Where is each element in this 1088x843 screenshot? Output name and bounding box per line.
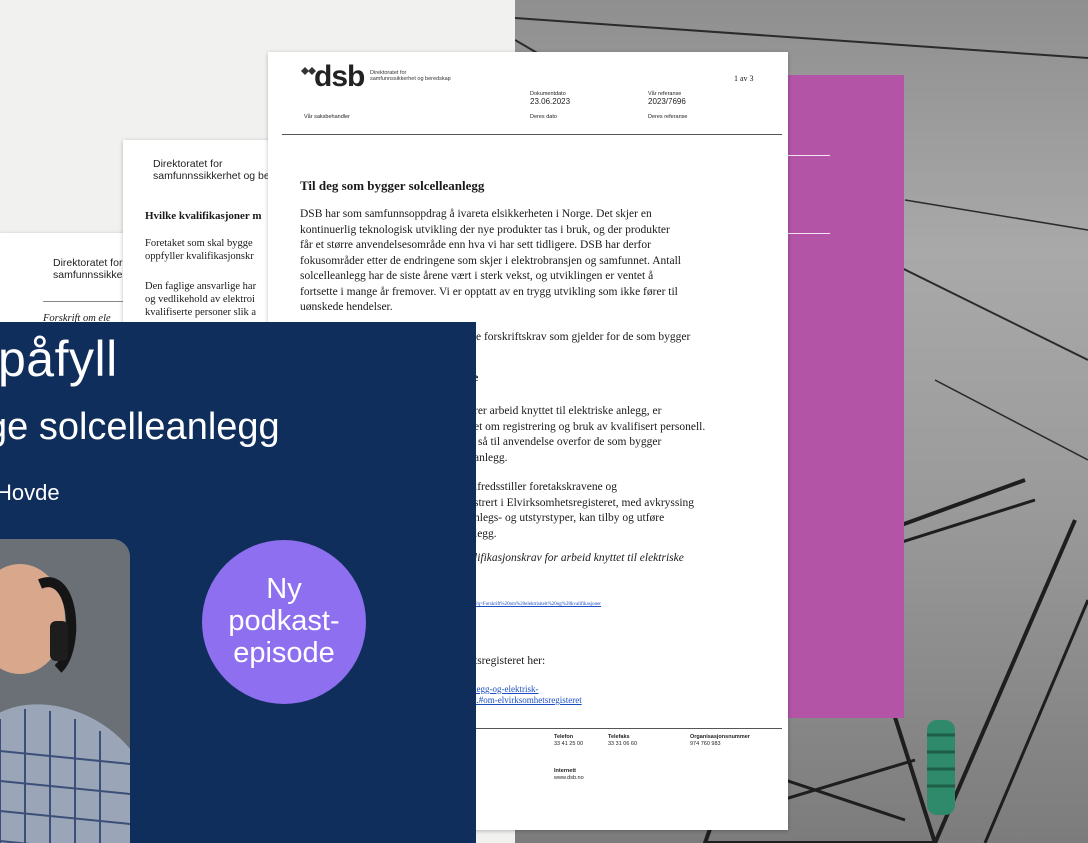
fax: 33 31 06 60 <box>608 741 638 747</box>
agency-name: samfunnssikkerhet og beredskap <box>370 76 451 82</box>
fax-label: Telefaks <box>608 734 630 740</box>
phone: 33 41 25 00 <box>554 741 584 747</box>
register-link[interactable]: legg-og-elektrisk- <box>474 684 582 695</box>
guest-photo <box>0 539 130 843</box>
org-number-label: Organisasjonsnummer <box>690 734 750 740</box>
document-text: kvalifiserte personer slik a <box>145 307 257 318</box>
text-line: legg. <box>474 527 497 540</box>
your-date-label: Deres dato <box>530 114 557 120</box>
text-line: uønskede hendelser. <box>300 301 393 313</box>
doc-date: 23.06.2023 <box>530 97 571 106</box>
document-text: Foretaket som skal bygge <box>145 238 253 249</box>
document-text: Den faglige ansvarlige har <box>145 281 257 292</box>
paragraph-1: DSB har som samfunnsoppdrag å ivareta el… <box>300 207 681 316</box>
register-link[interactable]: t.#om-elvirksomhetsregisteret <box>474 695 582 706</box>
text-line: fokusområder etter de endringene som skj… <box>300 254 681 267</box>
text-line: DSB har som samfunnsoppdrag å ivareta el… <box>300 208 652 220</box>
our-ref: 2023/7696 <box>648 97 686 106</box>
logo-text: dsb <box>314 60 365 93</box>
handler-label: Vår saksbehandler <box>304 114 350 120</box>
document-heading: Hvilke kvalifikasjoner m <box>145 210 262 222</box>
text-line: fortsette i mange år fremover. Vi er opp… <box>300 285 678 298</box>
org-name: samfunnssikkerhet og ber <box>153 170 274 182</box>
org-name: Direktoratet for <box>153 158 223 170</box>
text-line: anlegg. <box>474 451 508 464</box>
org-number: 974 760 983 <box>690 741 721 747</box>
text-line: kontinuerlig teknologisk utvikling der n… <box>300 223 670 236</box>
text-line: lfredsstiller foretakskravene og <box>474 481 618 493</box>
page-indicator: 1 av 3 <box>734 74 754 83</box>
podcast-subtitle: ge solcelleanlegg <box>0 406 280 448</box>
text-line: solcelleanlegg har de siste årene vært i… <box>300 270 654 282</box>
letter-title: Til deg som bygger solcelleanlegg <box>300 178 485 193</box>
divider <box>788 233 830 234</box>
text-line: et om registrering og bruk av kvalifiser… <box>474 420 706 433</box>
divider <box>282 134 782 135</box>
text-line: rer arbeid knyttet til elektriske anlegg… <box>474 405 662 417</box>
document-text: og vedlikehold av elektroi <box>145 294 255 305</box>
text-line: så til anvendelse overfor de som bygger <box>478 436 662 448</box>
text-line: får et større anvendelsesområde enn hva … <box>300 239 651 251</box>
web-label: Internett <box>554 768 576 774</box>
web: www.dsb.no <box>554 775 584 781</box>
org-name: Direktoratet for <box>53 257 123 269</box>
register-text: tsregisteret her: <box>474 655 546 667</box>
your-ref-label: Deres referanse <box>648 114 688 120</box>
org-name: samfunnssikke <box>53 269 123 281</box>
document-text: oppfyller kvalifikasjonskr <box>145 251 254 262</box>
text-line: nlegs- og utstyrstyper, kan tilby og utf… <box>474 512 665 524</box>
phone-label: Telefon <box>554 734 574 740</box>
guest-portrait-illustration <box>0 539 130 843</box>
paragraph-3: rer arbeid knyttet til elektriske anlegg… <box>474 404 705 466</box>
podcast-guest: Hovde <box>0 480 60 505</box>
italic-text: lifikasjonskrav for arbeid knyttet til e… <box>474 552 684 564</box>
forskrift-link[interactable]: /?q=Forskrift%20om%20elektrisiteit%20og%… <box>474 602 601 607</box>
badge-text: Ny podkast- episode <box>228 573 340 669</box>
paragraph-4: lfredsstiller foretakskravene og strert … <box>474 480 694 542</box>
podcast-card: påfyll ge solcelleanlegg Hovde Ny podkas… <box>0 322 476 843</box>
text-line: strert i Elvirksomhetsregisteret, med av… <box>474 496 695 509</box>
podcast-title: påfyll <box>0 331 118 387</box>
paragraph-2: e forskriftskrav som gjelder for de som … <box>476 331 691 343</box>
new-episode-badge: Ny podkast- episode <box>202 540 366 704</box>
divider <box>788 155 830 156</box>
